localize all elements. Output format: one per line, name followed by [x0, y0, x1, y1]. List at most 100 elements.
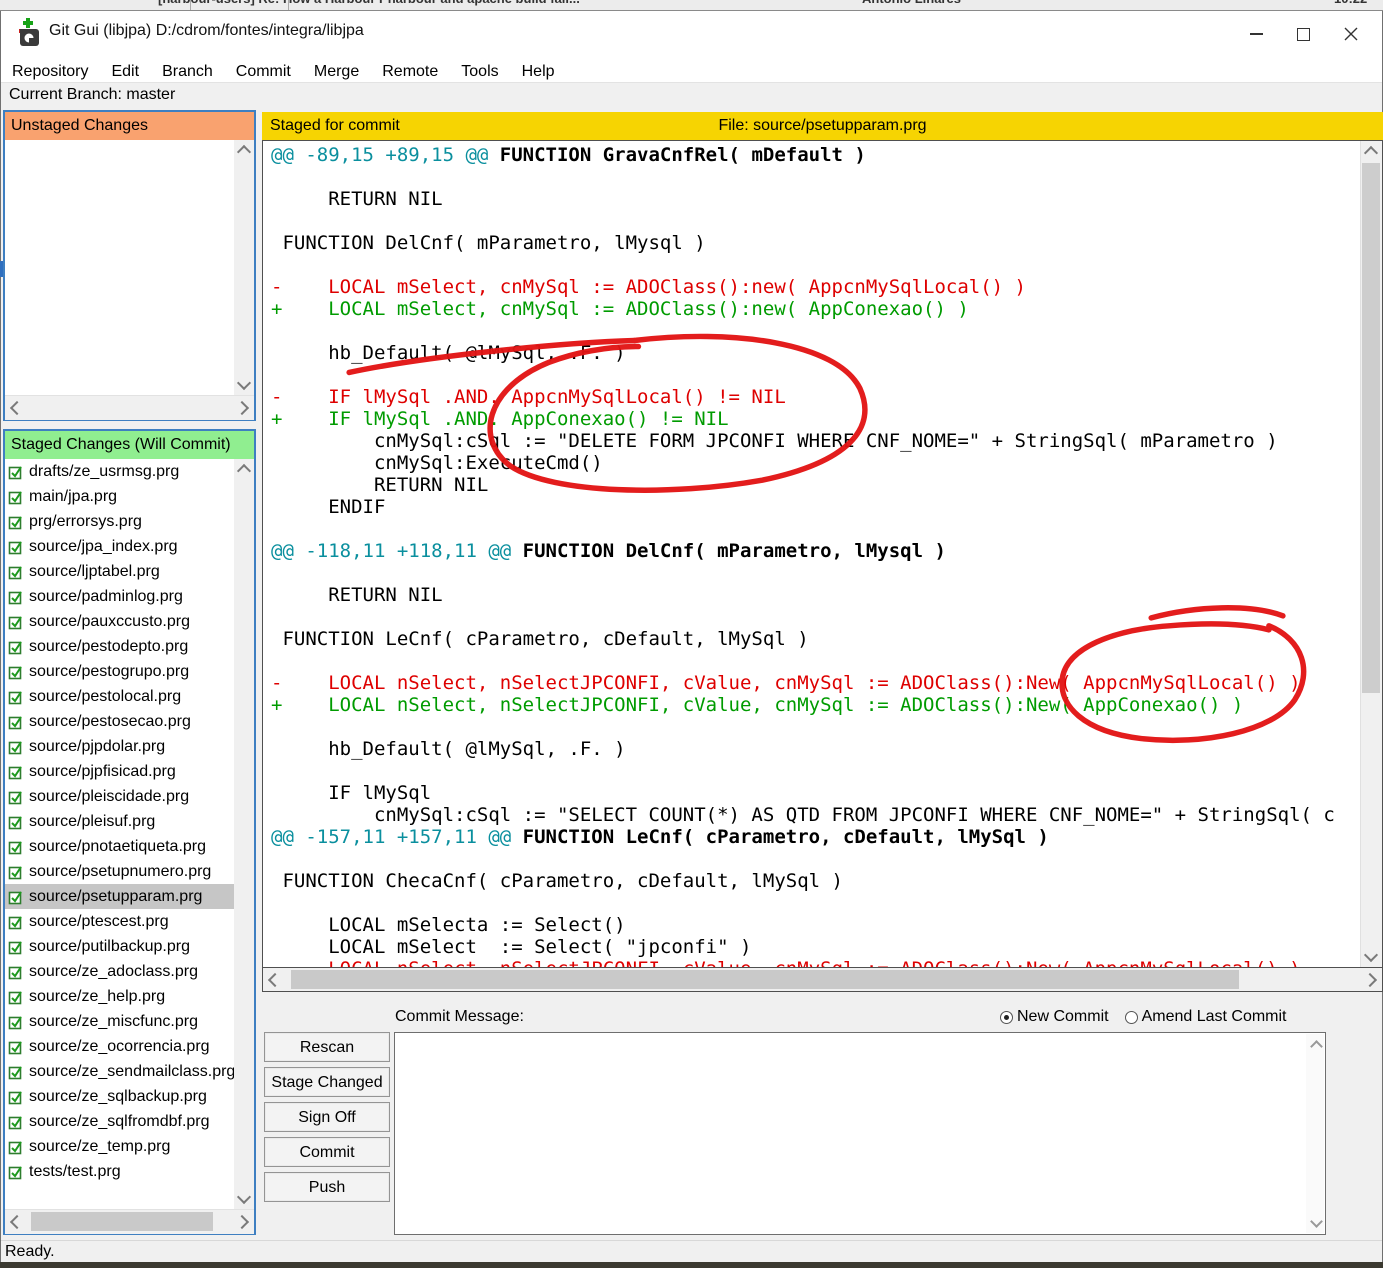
file-row[interactable]: source/ze_help.prg: [5, 984, 254, 1009]
radio-amend-last-commit[interactable]: Amend Last Commit: [1125, 1008, 1287, 1026]
diff-vertical-scrollbar[interactable]: [1360, 141, 1382, 967]
rescan-button[interactable]: Rescan: [264, 1032, 390, 1062]
message-vertical-scrollbar[interactable]: [1306, 1034, 1324, 1233]
scroll-left-icon[interactable]: [7, 398, 27, 418]
file-row[interactable]: source/padminlog.prg: [5, 584, 254, 609]
checkbox-checked-icon[interactable]: [8, 1064, 24, 1080]
minimize-button[interactable]: [1233, 15, 1280, 53]
file-row[interactable]: source/pauxccusto.prg: [5, 609, 254, 634]
maximize-button[interactable]: [1280, 15, 1327, 53]
scroll-down-icon[interactable]: [234, 373, 254, 393]
menu-branch[interactable]: Branch: [162, 60, 213, 84]
checkbox-checked-icon[interactable]: [8, 639, 24, 655]
checkbox-checked-icon[interactable]: [8, 789, 24, 805]
menu-merge[interactable]: Merge: [314, 60, 359, 84]
menu-tools[interactable]: Tools: [461, 60, 498, 84]
checkbox-checked-icon[interactable]: [8, 939, 24, 955]
file-row[interactable]: source/ze_temp.prg: [5, 1134, 254, 1159]
scroll-down-icon[interactable]: [234, 1187, 254, 1207]
checkbox-checked-icon[interactable]: [8, 889, 24, 905]
scroll-down-icon[interactable]: [1361, 945, 1381, 965]
commit-button[interactable]: Commit: [264, 1137, 390, 1167]
file-row[interactable]: source/ze_miscfunc.prg: [5, 1009, 254, 1034]
file-row[interactable]: source/pnotaetiqueta.prg: [5, 834, 254, 859]
checkbox-checked-icon[interactable]: [8, 614, 24, 630]
file-row[interactable]: source/ze_sendmailclass.prg: [5, 1059, 254, 1084]
file-row[interactable]: source/ze_ocorrencia.prg: [5, 1034, 254, 1059]
file-row[interactable]: source/psetupparam.prg: [5, 884, 254, 909]
checkbox-checked-icon[interactable]: [8, 1014, 24, 1030]
unstaged-horizontal-scrollbar[interactable]: [5, 395, 254, 420]
scroll-right-icon[interactable]: [1360, 970, 1380, 990]
title-bar[interactable]: Git Gui (libjpa) D:/cdrom/fontes/integra…: [1, 11, 1382, 56]
checkbox-checked-icon[interactable]: [8, 764, 24, 780]
checkbox-checked-icon[interactable]: [8, 714, 24, 730]
file-row[interactable]: source/ptescest.prg: [5, 909, 254, 934]
file-row[interactable]: tests/test.prg: [5, 1159, 254, 1184]
scroll-left-icon[interactable]: [265, 970, 285, 990]
file-row[interactable]: source/psetupnumero.prg: [5, 859, 254, 884]
file-row[interactable]: source/pestolocal.prg: [5, 684, 254, 709]
checkbox-checked-icon[interactable]: [8, 839, 24, 855]
checkbox-checked-icon[interactable]: [8, 814, 24, 830]
checkbox-checked-icon[interactable]: [8, 1114, 24, 1130]
checkbox-checked-icon[interactable]: [8, 964, 24, 980]
close-button[interactable]: [1327, 15, 1374, 53]
scrollbar-thumb[interactable]: [31, 1212, 213, 1231]
staged-file-list[interactable]: drafts/ze_usrmsg.prgmain/jpa.prgprg/erro…: [5, 459, 254, 1209]
scroll-up-icon[interactable]: [234, 461, 254, 481]
staged-vertical-scrollbar[interactable]: [234, 459, 254, 1209]
staged-horizontal-scrollbar[interactable]: [5, 1209, 254, 1234]
commit-message-textarea[interactable]: [394, 1032, 1326, 1235]
file-row[interactable]: source/ljptabel.prg: [5, 559, 254, 584]
checkbox-checked-icon[interactable]: [8, 864, 24, 880]
menu-edit[interactable]: Edit: [111, 60, 139, 84]
menu-help[interactable]: Help: [522, 60, 555, 84]
scrollbar-thumb[interactable]: [1362, 163, 1380, 693]
checkbox-checked-icon[interactable]: [8, 464, 24, 480]
radio-new-commit[interactable]: New Commit: [1000, 1008, 1109, 1026]
checkbox-checked-icon[interactable]: [8, 514, 24, 530]
file-row[interactable]: source/pleiscidade.prg: [5, 784, 254, 809]
checkbox-checked-icon[interactable]: [8, 489, 24, 505]
file-row[interactable]: drafts/ze_usrmsg.prg: [5, 459, 254, 484]
file-row[interactable]: source/jpa_index.prg: [5, 534, 254, 559]
checkbox-checked-icon[interactable]: [8, 1089, 24, 1105]
unstaged-vertical-scrollbar[interactable]: [234, 140, 254, 395]
scroll-right-icon[interactable]: [232, 1212, 252, 1232]
file-row[interactable]: source/pestosecao.prg: [5, 709, 254, 734]
menu-repository[interactable]: Repository: [12, 60, 88, 84]
file-row[interactable]: source/pjpdolar.prg: [5, 734, 254, 759]
file-row[interactable]: source/pjpfisicad.prg: [5, 759, 254, 784]
push-button[interactable]: Push: [264, 1172, 390, 1202]
checkbox-checked-icon[interactable]: [8, 564, 24, 580]
menu-commit[interactable]: Commit: [236, 60, 291, 84]
scroll-up-icon[interactable]: [1306, 1036, 1326, 1056]
file-row[interactable]: source/ze_adoclass.prg: [5, 959, 254, 984]
stage-changed-button[interactable]: Stage Changed: [264, 1067, 390, 1097]
scroll-left-icon[interactable]: [7, 1212, 27, 1232]
file-row[interactable]: source/pleisuf.prg: [5, 809, 254, 834]
file-row[interactable]: source/ze_sqlbackup.prg: [5, 1084, 254, 1109]
file-row[interactable]: prg/errorsys.prg: [5, 509, 254, 534]
file-row[interactable]: source/pestogrupo.prg: [5, 659, 254, 684]
scroll-up-icon[interactable]: [1361, 143, 1381, 163]
diff-horizontal-scrollbar[interactable]: [262, 968, 1383, 992]
checkbox-checked-icon[interactable]: [8, 539, 24, 555]
checkbox-checked-icon[interactable]: [8, 739, 24, 755]
diff-view[interactable]: @@ -89,15 +89,15 @@ FUNCTION GravaCnfRel…: [263, 141, 1361, 967]
file-row[interactable]: source/pestodepto.prg: [5, 634, 254, 659]
scroll-up-icon[interactable]: [234, 142, 254, 162]
checkbox-checked-icon[interactable]: [8, 989, 24, 1005]
checkbox-checked-icon[interactable]: [8, 1139, 24, 1155]
checkbox-checked-icon[interactable]: [8, 1164, 24, 1180]
checkbox-checked-icon[interactable]: [8, 689, 24, 705]
file-row[interactable]: main/jpa.prg: [5, 484, 254, 509]
sign-off-button[interactable]: Sign Off: [264, 1102, 390, 1132]
checkbox-checked-icon[interactable]: [8, 664, 24, 680]
file-row[interactable]: source/putilbackup.prg: [5, 934, 254, 959]
unstaged-file-list[interactable]: [5, 140, 254, 395]
checkbox-checked-icon[interactable]: [8, 1039, 24, 1055]
checkbox-checked-icon[interactable]: [8, 914, 24, 930]
scrollbar-thumb[interactable]: [291, 970, 1239, 989]
